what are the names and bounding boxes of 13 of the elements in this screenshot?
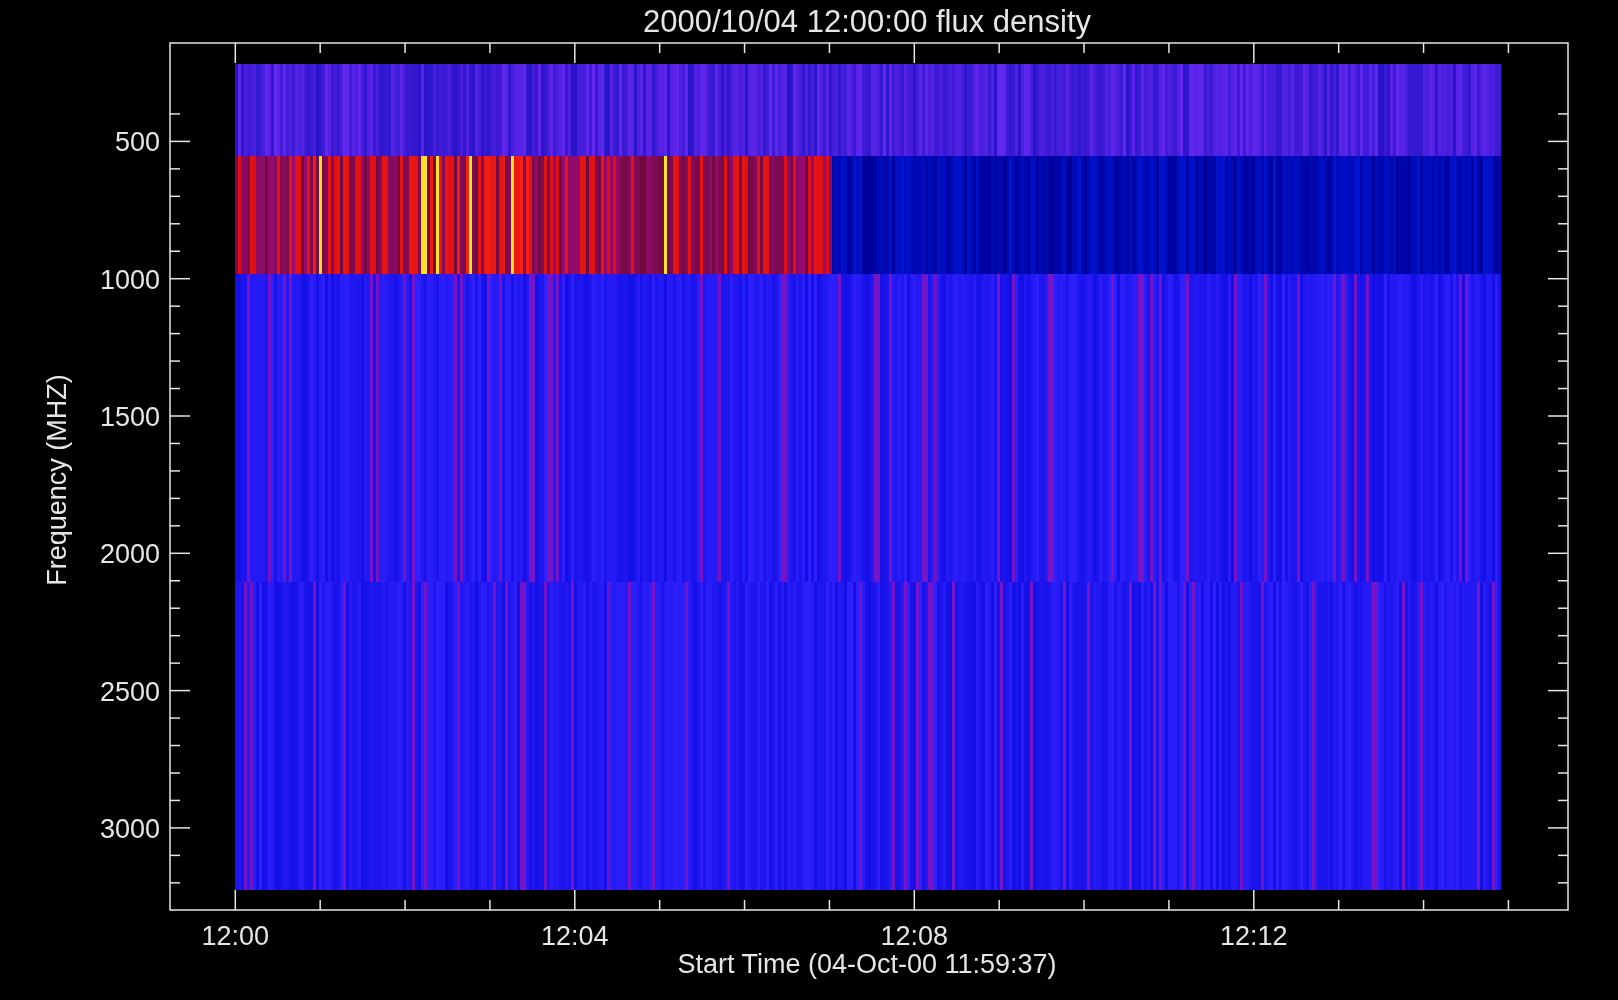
- x-tick-label: 12:08: [880, 921, 949, 951]
- y-tick-label: 3000: [99, 813, 160, 844]
- y-tick-label: 1500: [99, 402, 160, 432]
- y-tick-label: 2500: [99, 676, 160, 707]
- y-tick-label: 500: [114, 127, 160, 158]
- x-tick-label: 12:12: [1220, 921, 1288, 951]
- x-axis-label: Start Time (04-Oct-00 11:59:37): [677, 949, 1057, 979]
- y-tick-label: 2000: [99, 539, 160, 570]
- y-axis-label: Frequency (MHZ): [42, 374, 72, 586]
- x-tick-label: 12:04: [541, 921, 609, 951]
- plot-title: 2000/10/04 12:00:00 flux density: [642, 4, 1092, 39]
- x-tick-label: 12:00: [201, 921, 270, 951]
- y-tick-label: 1000: [99, 264, 160, 295]
